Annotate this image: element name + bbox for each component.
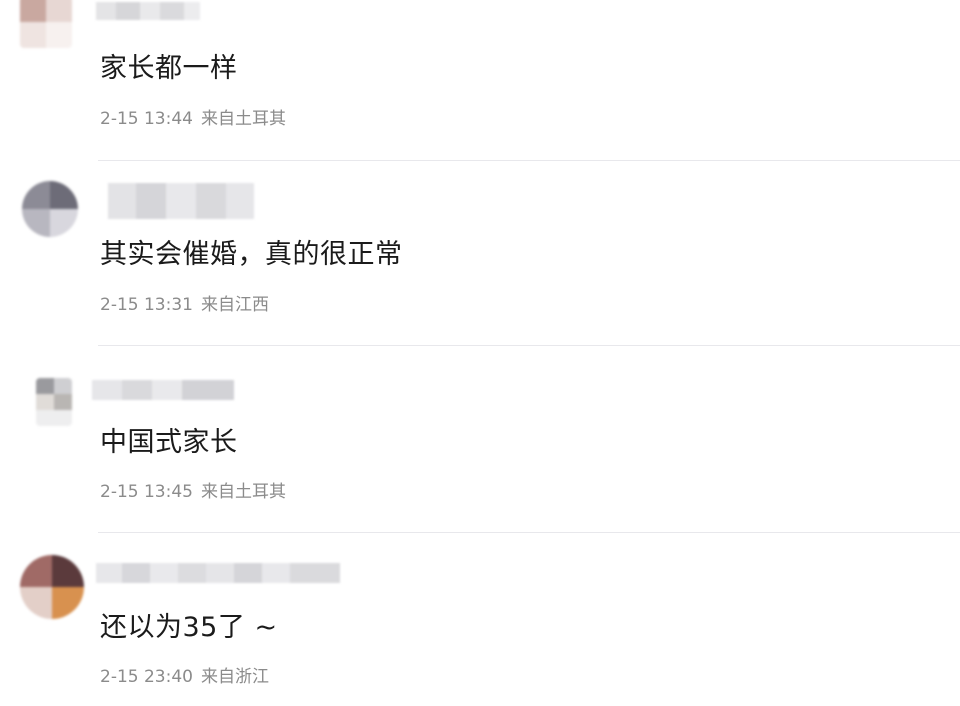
username-blurred[interactable] [108,183,254,219]
user-avatar[interactable] [22,181,78,237]
comment-location: 来自浙江 [200,667,269,687]
comment-item: 中国式家长 2-15 13:45 来自土耳其 [0,346,960,532]
user-avatar[interactable] [36,378,72,426]
comment-meta: 2-15 13:45 来自土耳其 [100,481,294,503]
comment-meta: 2-15 13:31 来自江西 [100,294,277,316]
comment-text: 中国式家长 [100,427,238,458]
comment-item: 还以为35了 ~ 2-15 23:40 来自浙江 [0,533,960,706]
comment-meta: 2-15 23:40 来自浙江 [100,666,277,688]
username-blurred[interactable] [96,2,200,20]
comment-text: 家长都一样 [100,53,238,84]
comment-location: 来自江西 [200,295,269,315]
username-blurred[interactable] [92,380,234,400]
comment-time: 2-15 13:45 [100,482,193,502]
comment-text: 其实会催婚，真的很正常 [100,239,403,270]
user-avatar[interactable] [20,555,84,619]
user-avatar[interactable] [20,0,72,48]
comment-feed: 家长都一样 2-15 13:44 来自土耳其 其实会催婚，真的很正常 2-15 1… [0,0,960,706]
comment-item: 家长都一样 2-15 13:44 来自土耳其 [0,0,960,160]
comment-time: 2-15 13:31 [100,295,193,315]
comment-location: 来自土耳其 [200,482,286,502]
username-blurred[interactable] [96,563,340,583]
comment-text: 还以为35了 ~ [100,612,278,643]
comment-meta: 2-15 13:44 来自土耳其 [100,108,294,130]
comment-time: 2-15 23:40 [100,667,193,687]
comment-location: 来自土耳其 [200,109,286,129]
comment-item: 其实会催婚，真的很正常 2-15 13:31 来自江西 [0,161,960,345]
comment-time: 2-15 13:44 [100,109,193,129]
